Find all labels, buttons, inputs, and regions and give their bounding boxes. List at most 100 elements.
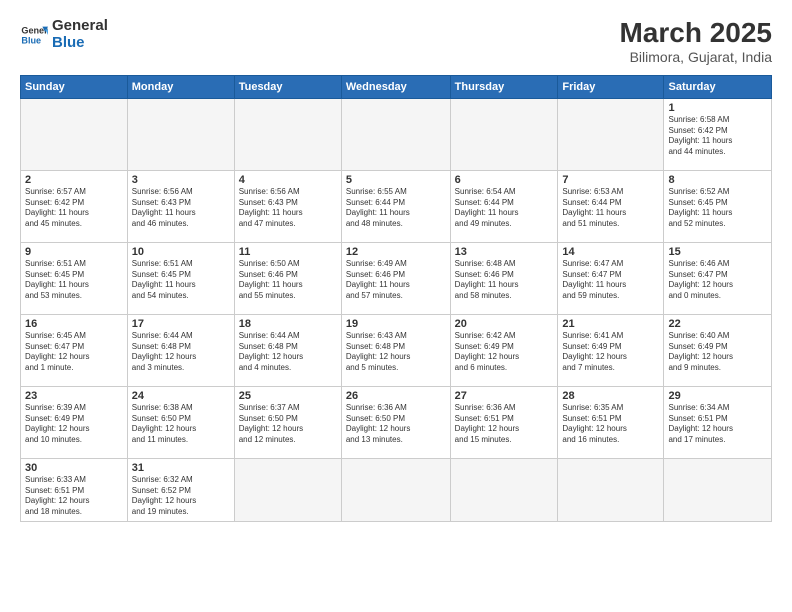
weekday-header-tuesday: Tuesday [234, 75, 341, 98]
day-number: 10 [132, 246, 230, 258]
day-info: Sunrise: 6:41 AM Sunset: 6:49 PM Dayligh… [562, 331, 659, 374]
calendar-cell: 11Sunrise: 6:50 AM Sunset: 6:46 PM Dayli… [234, 242, 341, 314]
calendar-row-0: 1Sunrise: 6:58 AM Sunset: 6:42 PM Daylig… [21, 98, 772, 170]
calendar-cell: 22Sunrise: 6:40 AM Sunset: 6:49 PM Dayli… [664, 314, 772, 386]
calendar-cell: 30Sunrise: 6:33 AM Sunset: 6:51 PM Dayli… [21, 458, 128, 521]
day-info: Sunrise: 6:58 AM Sunset: 6:42 PM Dayligh… [668, 115, 767, 158]
weekday-header-wednesday: Wednesday [341, 75, 450, 98]
logo-blue-text: Blue [52, 35, 108, 52]
day-number: 24 [132, 390, 230, 402]
day-number: 23 [25, 390, 123, 402]
weekday-header-friday: Friday [558, 75, 664, 98]
day-number: 21 [562, 318, 659, 330]
day-info: Sunrise: 6:44 AM Sunset: 6:48 PM Dayligh… [239, 331, 337, 374]
calendar-cell: 27Sunrise: 6:36 AM Sunset: 6:51 PM Dayli… [450, 386, 558, 458]
calendar-cell: 25Sunrise: 6:37 AM Sunset: 6:50 PM Dayli… [234, 386, 341, 458]
weekday-header-thursday: Thursday [450, 75, 558, 98]
day-number: 4 [239, 174, 337, 186]
day-number: 19 [346, 318, 446, 330]
calendar-cell: 18Sunrise: 6:44 AM Sunset: 6:48 PM Dayli… [234, 314, 341, 386]
day-number: 18 [239, 318, 337, 330]
weekday-header-monday: Monday [127, 75, 234, 98]
day-number: 15 [668, 246, 767, 258]
day-info: Sunrise: 6:51 AM Sunset: 6:45 PM Dayligh… [132, 259, 230, 302]
day-info: Sunrise: 6:43 AM Sunset: 6:48 PM Dayligh… [346, 331, 446, 374]
day-info: Sunrise: 6:33 AM Sunset: 6:51 PM Dayligh… [25, 475, 123, 518]
calendar-cell: 8Sunrise: 6:52 AM Sunset: 6:45 PM Daylig… [664, 170, 772, 242]
day-number: 7 [562, 174, 659, 186]
day-info: Sunrise: 6:32 AM Sunset: 6:52 PM Dayligh… [132, 475, 230, 518]
page: General Blue General Blue March 2025 Bil… [0, 0, 792, 612]
calendar-cell: 14Sunrise: 6:47 AM Sunset: 6:47 PM Dayli… [558, 242, 664, 314]
calendar-cell: 6Sunrise: 6:54 AM Sunset: 6:44 PM Daylig… [450, 170, 558, 242]
logo-general-text: General [52, 18, 108, 35]
day-info: Sunrise: 6:39 AM Sunset: 6:49 PM Dayligh… [25, 403, 123, 446]
day-info: Sunrise: 6:36 AM Sunset: 6:51 PM Dayligh… [455, 403, 554, 446]
calendar-cell: 10Sunrise: 6:51 AM Sunset: 6:45 PM Dayli… [127, 242, 234, 314]
calendar-table: SundayMondayTuesdayWednesdayThursdayFrid… [20, 75, 772, 522]
day-info: Sunrise: 6:47 AM Sunset: 6:47 PM Dayligh… [562, 259, 659, 302]
day-number: 8 [668, 174, 767, 186]
calendar-cell: 19Sunrise: 6:43 AM Sunset: 6:48 PM Dayli… [341, 314, 450, 386]
calendar-cell [341, 458, 450, 521]
day-info: Sunrise: 6:44 AM Sunset: 6:48 PM Dayligh… [132, 331, 230, 374]
title-block: March 2025 Bilimora, Gujarat, India [619, 18, 772, 65]
day-info: Sunrise: 6:38 AM Sunset: 6:50 PM Dayligh… [132, 403, 230, 446]
day-info: Sunrise: 6:53 AM Sunset: 6:44 PM Dayligh… [562, 187, 659, 230]
day-number: 29 [668, 390, 767, 402]
day-number: 11 [239, 246, 337, 258]
calendar-cell [234, 458, 341, 521]
day-info: Sunrise: 6:52 AM Sunset: 6:45 PM Dayligh… [668, 187, 767, 230]
calendar-cell [558, 98, 664, 170]
calendar-cell: 7Sunrise: 6:53 AM Sunset: 6:44 PM Daylig… [558, 170, 664, 242]
day-number: 28 [562, 390, 659, 402]
day-number: 16 [25, 318, 123, 330]
calendar-cell [558, 458, 664, 521]
logo: General Blue General Blue [20, 18, 108, 51]
day-number: 14 [562, 246, 659, 258]
calendar-cell: 5Sunrise: 6:55 AM Sunset: 6:44 PM Daylig… [341, 170, 450, 242]
calendar-cell: 31Sunrise: 6:32 AM Sunset: 6:52 PM Dayli… [127, 458, 234, 521]
day-info: Sunrise: 6:46 AM Sunset: 6:47 PM Dayligh… [668, 259, 767, 302]
calendar-cell: 23Sunrise: 6:39 AM Sunset: 6:49 PM Dayli… [21, 386, 128, 458]
day-info: Sunrise: 6:57 AM Sunset: 6:42 PM Dayligh… [25, 187, 123, 230]
weekday-header-sunday: Sunday [21, 75, 128, 98]
day-number: 30 [25, 462, 123, 474]
calendar-cell: 21Sunrise: 6:41 AM Sunset: 6:49 PM Dayli… [558, 314, 664, 386]
day-info: Sunrise: 6:36 AM Sunset: 6:50 PM Dayligh… [346, 403, 446, 446]
day-number: 20 [455, 318, 554, 330]
calendar-row-3: 16Sunrise: 6:45 AM Sunset: 6:47 PM Dayli… [21, 314, 772, 386]
day-number: 1 [668, 102, 767, 114]
day-info: Sunrise: 6:34 AM Sunset: 6:51 PM Dayligh… [668, 403, 767, 446]
weekday-header-saturday: Saturday [664, 75, 772, 98]
day-number: 27 [455, 390, 554, 402]
day-info: Sunrise: 6:56 AM Sunset: 6:43 PM Dayligh… [132, 187, 230, 230]
calendar-cell: 13Sunrise: 6:48 AM Sunset: 6:46 PM Dayli… [450, 242, 558, 314]
calendar-cell: 12Sunrise: 6:49 AM Sunset: 6:46 PM Dayli… [341, 242, 450, 314]
calendar-cell [127, 98, 234, 170]
calendar-row-1: 2Sunrise: 6:57 AM Sunset: 6:42 PM Daylig… [21, 170, 772, 242]
calendar-cell: 15Sunrise: 6:46 AM Sunset: 6:47 PM Dayli… [664, 242, 772, 314]
day-info: Sunrise: 6:35 AM Sunset: 6:51 PM Dayligh… [562, 403, 659, 446]
calendar-row-2: 9 Sunrise: 6:51 AM Sunset: 6:45 PM Daylig… [21, 242, 772, 314]
day-info: Sunrise: 6:56 AM Sunset: 6:43 PM Dayligh… [239, 187, 337, 230]
calendar-cell [450, 458, 558, 521]
calendar-cell: 20Sunrise: 6:42 AM Sunset: 6:49 PM Dayli… [450, 314, 558, 386]
calendar-cell: 9Sunrise: 6:51 AM Sunset: 6:45 PM Daylig… [21, 242, 128, 314]
calendar-subtitle: Bilimora, Gujarat, India [619, 49, 772, 65]
calendar-cell: 26Sunrise: 6:36 AM Sunset: 6:50 PM Dayli… [341, 386, 450, 458]
calendar-cell: 16Sunrise: 6:45 AM Sunset: 6:47 PM Dayli… [21, 314, 128, 386]
day-number: 9 [25, 246, 123, 258]
day-number: 17 [132, 318, 230, 330]
calendar-cell [21, 98, 128, 170]
day-info: Sunrise: 6:45 AM Sunset: 6:47 PM Dayligh… [25, 331, 123, 374]
day-number: 3 [132, 174, 230, 186]
day-number: 6 [455, 174, 554, 186]
calendar-cell: 1Sunrise: 6:58 AM Sunset: 6:42 PM Daylig… [664, 98, 772, 170]
calendar-cell: 28Sunrise: 6:35 AM Sunset: 6:51 PM Dayli… [558, 386, 664, 458]
calendar-row-5: 30Sunrise: 6:33 AM Sunset: 6:51 PM Dayli… [21, 458, 772, 521]
calendar-cell [234, 98, 341, 170]
calendar-cell: 17Sunrise: 6:44 AM Sunset: 6:48 PM Dayli… [127, 314, 234, 386]
day-number: 25 [239, 390, 337, 402]
day-info: Sunrise: 6:48 AM Sunset: 6:46 PM Dayligh… [455, 259, 554, 302]
